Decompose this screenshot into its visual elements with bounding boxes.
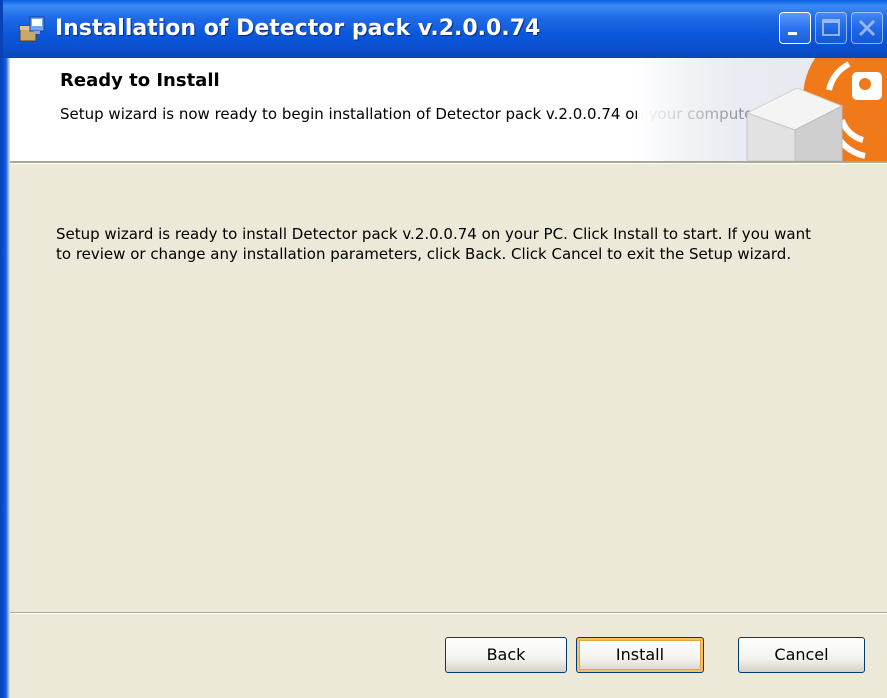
instructions-text: Setup wizard is ready to install Detecto… (56, 225, 811, 263)
installer-icon (17, 14, 47, 44)
header-banner: Ready to Install Setup wizard is now rea… (10, 58, 887, 161)
close-button[interactable] (851, 12, 883, 44)
back-button[interactable]: Back (445, 637, 567, 673)
product-box-icon (637, 58, 887, 161)
installer-window: Installation of Detector pack v.2.0.0.74… (0, 0, 887, 698)
title-bar[interactable]: Installation of Detector pack v.2.0.0.74 (0, 0, 887, 58)
minimize-button[interactable] (779, 12, 811, 44)
minimize-icon (788, 32, 797, 35)
cancel-button[interactable]: Cancel (738, 637, 865, 673)
install-button[interactable]: Install (576, 637, 704, 673)
footer-separator (10, 612, 887, 614)
window-left-border (0, 58, 10, 698)
header-separator (10, 161, 887, 164)
maximize-icon (822, 19, 840, 36)
page-title: Ready to Install (60, 70, 220, 91)
maximize-button[interactable] (815, 12, 847, 44)
window-title: Installation of Detector pack v.2.0.0.74 (55, 16, 541, 41)
close-icon (858, 19, 876, 37)
